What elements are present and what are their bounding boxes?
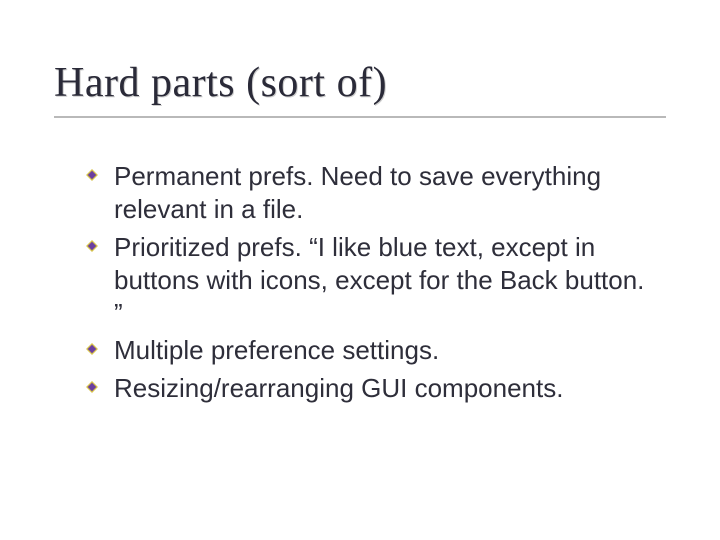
diamond-bullet-icon [86,381,98,393]
title-underline [54,116,666,118]
diamond-bullet-icon [86,343,98,355]
title-area: Hard parts (sort of) [54,60,666,118]
list-item: Prioritized prefs. “I like blue text, ex… [108,231,658,331]
list-item: Multiple preference settings. [108,334,658,367]
slide: Hard parts (sort of) Permanent prefs. Ne… [0,0,720,540]
list-item-text: Resizing/rearranging GUI components. [114,373,563,403]
slide-title: Hard parts (sort of) [54,60,666,106]
list-item-text: Permanent prefs. Need to save everything… [114,161,601,224]
bullet-list: Permanent prefs. Need to save everything… [108,160,658,409]
list-item-text: Prioritized prefs. “I like blue text, ex… [114,232,644,329]
list-item-text: Multiple preference settings. [114,335,439,365]
diamond-bullet-icon [86,240,98,252]
list-item: Permanent prefs. Need to save everything… [108,160,658,227]
diamond-bullet-icon [86,169,98,181]
list-item: Resizing/rearranging GUI components. [108,372,658,405]
